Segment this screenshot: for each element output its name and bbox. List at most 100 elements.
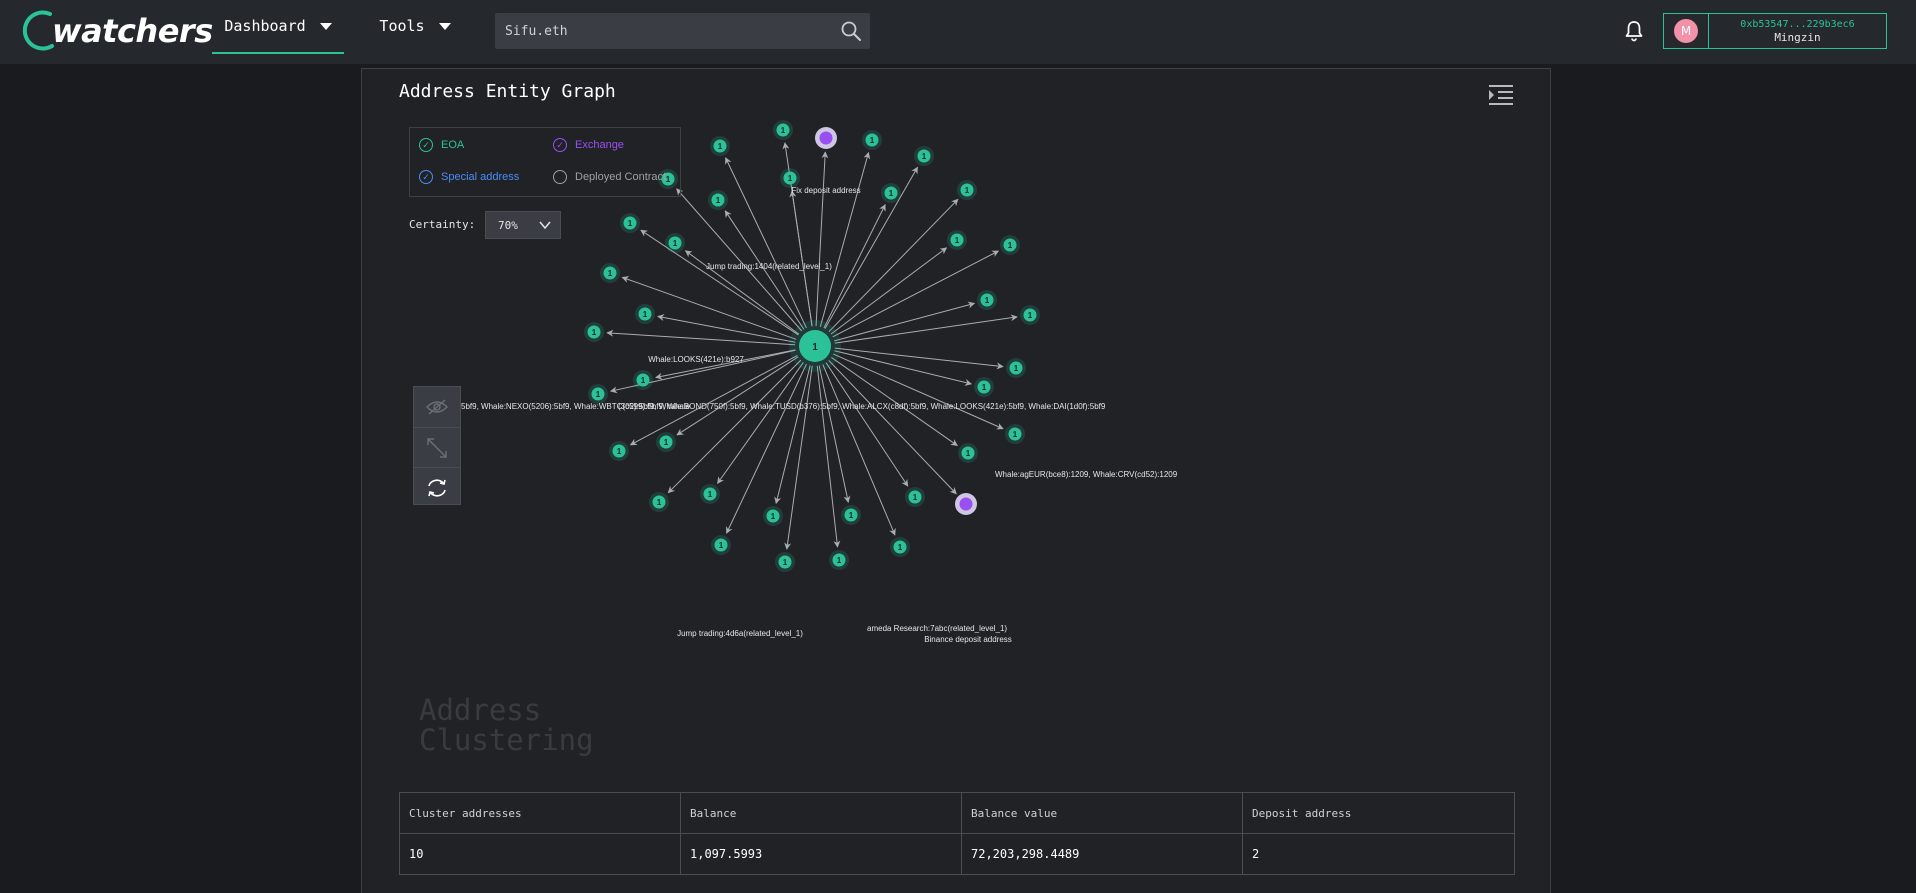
node-badge: 1 bbox=[673, 239, 678, 248]
graph-edge bbox=[667, 359, 802, 494]
graph-edge bbox=[828, 198, 959, 333]
graph-edge bbox=[818, 365, 851, 503]
graph-label-binance-deposit: Binance deposit address bbox=[924, 635, 1012, 644]
center-node-label: 1 bbox=[812, 342, 818, 353]
avatar: M bbox=[1674, 19, 1698, 43]
nav-tools-menu[interactable]: Tools bbox=[370, 0, 460, 52]
eoa-node[interactable]: 1 bbox=[775, 552, 795, 572]
eoa-node[interactable]: 1 bbox=[588, 384, 608, 404]
exchange-node[interactable] bbox=[815, 127, 837, 149]
graph-edge bbox=[789, 190, 813, 327]
eoa-node[interactable]: 1 bbox=[977, 290, 997, 310]
chevron-down-icon bbox=[539, 221, 551, 230]
node-badge: 1 bbox=[781, 126, 786, 135]
eoa-node[interactable]: 1 bbox=[914, 146, 934, 166]
eoa-node[interactable]: 1 bbox=[1006, 358, 1026, 378]
exchange-node-core bbox=[819, 131, 833, 145]
eoa-node[interactable]: 1 bbox=[600, 263, 620, 283]
nav-dashboard-menu[interactable]: Dashboard bbox=[212, 0, 344, 54]
eoa-node[interactable]: 1 bbox=[958, 443, 978, 463]
eoa-node[interactable]: 1 bbox=[710, 136, 730, 156]
graph-label-whale-row-right: (302):5bf9, Whale:BOND(750f):5bf9, Whale… bbox=[618, 402, 1106, 411]
check-icon: ✓ bbox=[419, 138, 433, 152]
wallet-address: 0xb53547...229b3ec6 bbox=[1740, 19, 1855, 30]
fit-view-button[interactable] bbox=[414, 427, 460, 467]
node-badge: 1 bbox=[898, 543, 903, 552]
nav-dashboard-label: Dashboard bbox=[224, 17, 306, 35]
node-badge: 1 bbox=[617, 447, 622, 456]
graph-toolbox bbox=[413, 386, 461, 505]
graph-edge bbox=[830, 247, 948, 335]
table-header-row: Cluster addresses Balance Balance value … bbox=[399, 792, 1515, 834]
cell-cluster-addresses: 10 bbox=[399, 833, 681, 875]
unchecked-circle-icon bbox=[553, 170, 567, 184]
node-badge: 1 bbox=[1013, 430, 1018, 439]
eoa-node[interactable]: 1 bbox=[881, 183, 901, 203]
eoa-node[interactable]: 1 bbox=[609, 441, 629, 461]
certainty-select[interactable]: 70% bbox=[485, 211, 561, 239]
eoa-node[interactable]: 1 bbox=[635, 304, 655, 324]
eoa-node[interactable]: 1 bbox=[1000, 235, 1020, 255]
eoa-node[interactable]: 1 bbox=[974, 377, 994, 397]
account-wallet-button[interactable]: M 0xb53547...229b3ec6 Mingzin bbox=[1663, 13, 1887, 49]
legend-exchange-toggle[interactable]: ✓ Exchange bbox=[553, 138, 624, 152]
exchange-node[interactable] bbox=[955, 493, 977, 515]
caret-down-icon bbox=[319, 22, 332, 30]
eoa-node[interactable]: 1 bbox=[633, 370, 653, 390]
center-node[interactable]: 1 bbox=[789, 320, 841, 372]
top-navigation-bar: watchers Dashboard Tools M 0xb53547...22… bbox=[0, 0, 1916, 64]
node-badge: 1 bbox=[718, 142, 723, 151]
graph-edge bbox=[815, 151, 829, 327]
eoa-node[interactable]: 1 bbox=[773, 120, 793, 140]
expand-icon bbox=[427, 437, 447, 458]
eoa-node[interactable]: 1 bbox=[1020, 305, 1040, 325]
graph-label-alameda: ameda Research:7abc(related_level_1) bbox=[867, 624, 1007, 633]
toggle-visibility-button[interactable] bbox=[414, 387, 460, 426]
eoa-node[interactable]: 1 bbox=[829, 550, 849, 570]
notification-bell-icon[interactable] bbox=[1622, 19, 1646, 43]
graph-edge bbox=[784, 365, 813, 550]
eoa-node[interactable]: 1 bbox=[841, 505, 861, 525]
eoa-node[interactable]: 1 bbox=[763, 506, 783, 526]
eoa-node[interactable]: 1 bbox=[656, 432, 676, 452]
legend-eoa-label: EOA bbox=[441, 139, 465, 151]
node-badge: 1 bbox=[657, 498, 662, 507]
eoa-node[interactable]: 1 bbox=[649, 492, 669, 512]
node-badge: 1 bbox=[592, 328, 597, 337]
eoa-node[interactable]: 1 bbox=[584, 322, 604, 342]
eye-off-icon bbox=[426, 398, 448, 415]
node-badge: 1 bbox=[664, 438, 669, 447]
refresh-button[interactable] bbox=[414, 467, 460, 507]
refresh-icon bbox=[428, 478, 446, 497]
watermark-line-1: Address bbox=[419, 693, 542, 727]
eoa-node[interactable]: 1 bbox=[947, 230, 967, 250]
watchers-logo[interactable]: watchers bbox=[22, 6, 213, 56]
graph-label-jump-4d6a: Jump trading:4d6a(related_level_1) bbox=[677, 629, 803, 638]
node-badge: 1 bbox=[1008, 241, 1013, 250]
eoa-node[interactable]: 1 bbox=[957, 180, 977, 200]
node-badge: 1 bbox=[889, 189, 894, 198]
graph-edge bbox=[834, 314, 1018, 344]
eoa-node[interactable]: 1 bbox=[711, 535, 731, 555]
legend-eoa-toggle[interactable]: ✓ EOA bbox=[419, 138, 464, 152]
eoa-node[interactable]: 1 bbox=[620, 213, 640, 233]
table-row: 10 1,097.5993 72,203,298.4489 2 bbox=[399, 833, 1515, 875]
search-icon[interactable] bbox=[840, 20, 862, 42]
legend-special-label: Special address bbox=[441, 171, 520, 183]
search-input[interactable] bbox=[495, 13, 815, 49]
graph-edge bbox=[726, 363, 807, 534]
eoa-node[interactable]: 1 bbox=[1005, 424, 1025, 444]
eoa-node[interactable]: 1 bbox=[862, 130, 882, 150]
node-badge: 1 bbox=[641, 376, 646, 385]
node-badge: 1 bbox=[966, 449, 971, 458]
node-badge: 1 bbox=[1028, 311, 1033, 320]
eoa-node[interactable]: 1 bbox=[890, 537, 910, 557]
eoa-node[interactable]: 1 bbox=[708, 190, 728, 210]
eoa-node[interactable]: 1 bbox=[780, 168, 800, 188]
eoa-node[interactable]: 1 bbox=[665, 233, 685, 253]
legend-special-toggle[interactable]: ✓ Special address bbox=[419, 170, 519, 184]
eoa-node[interactable]: 1 bbox=[905, 487, 925, 507]
eoa-node[interactable]: 1 bbox=[700, 484, 720, 504]
legend-deployed-toggle[interactable]: Deployed Contract bbox=[553, 170, 666, 184]
node-badge: 1 bbox=[719, 541, 724, 550]
